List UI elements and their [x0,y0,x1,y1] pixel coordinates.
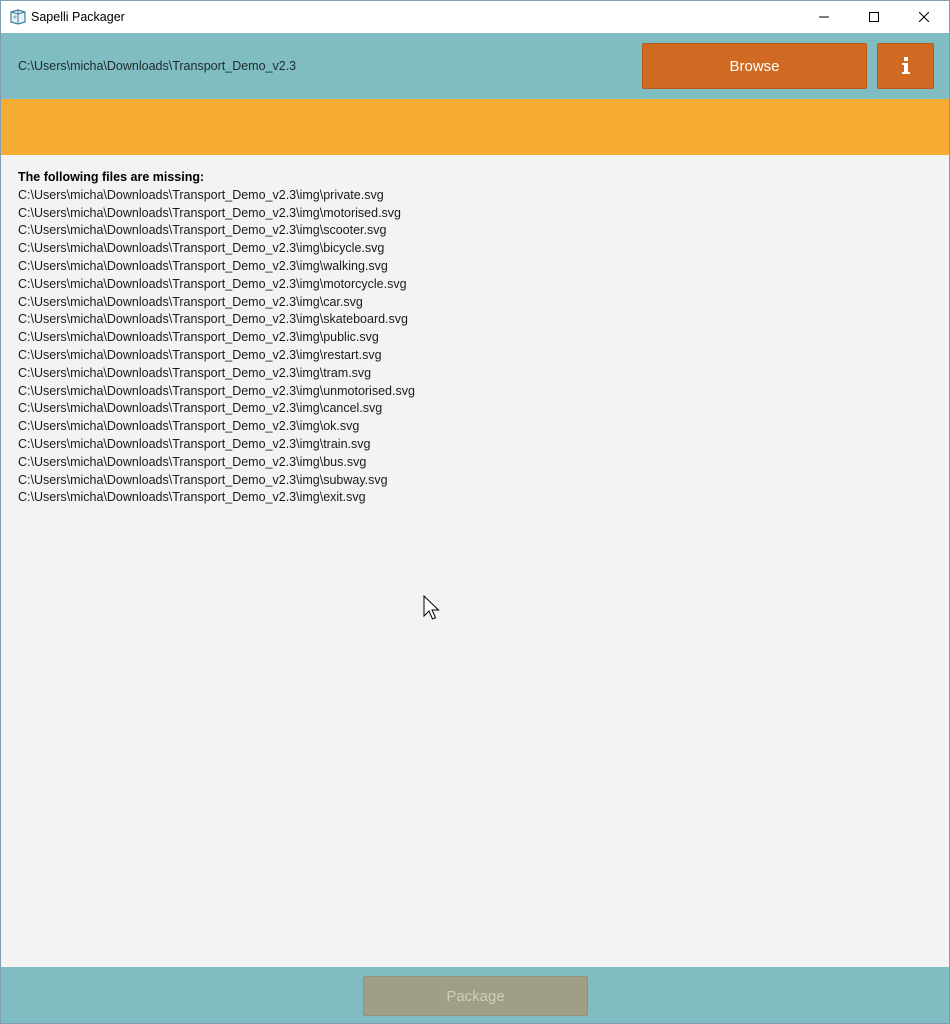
missing-file-item: C:\Users\micha\Downloads\Transport_Demo_… [18,276,407,291]
close-button[interactable] [899,1,949,33]
app-window: Sapelli Packager C:\Users\micha\Download… [0,0,950,1024]
project-path: C:\Users\micha\Downloads\Transport_Demo_… [18,59,297,73]
missing-files-panel[interactable]: The following files are missing: C:\User… [1,155,949,967]
missing-file-item: C:\Users\micha\Downloads\Transport_Demo_… [18,365,372,380]
missing-files-heading: The following files are missing: [18,170,205,184]
missing-file-item: C:\Users\micha\Downloads\Transport_Demo_… [18,312,408,327]
window-title: Sapelli Packager [31,10,125,24]
window-controls [799,1,949,33]
maximize-icon [869,12,879,22]
missing-file-item: C:\Users\micha\Downloads\Transport_Demo_… [18,258,388,273]
browse-button[interactable]: Browse [642,43,867,89]
missing-file-item: C:\Users\micha\Downloads\Transport_Demo_… [18,347,382,362]
mouse-cursor-icon [423,595,440,620]
title-bar[interactable]: Sapelli Packager [1,1,949,33]
missing-file-item: C:\Users\micha\Downloads\Transport_Demo_… [18,187,384,202]
maximize-button[interactable] [849,1,899,33]
missing-file-item: C:\Users\micha\Downloads\Transport_Demo_… [18,436,371,451]
minimize-icon [819,16,829,18]
missing-file-item: C:\Users\micha\Downloads\Transport_Demo_… [18,490,366,505]
close-icon [919,12,929,22]
missing-file-item: C:\Users\micha\Downloads\Transport_Demo_… [18,205,402,220]
missing-file-item: C:\Users\micha\Downloads\Transport_Demo_… [18,472,388,487]
missing-file-item: C:\Users\micha\Downloads\Transport_Demo_… [18,454,367,469]
header-bar: C:\Users\micha\Downloads\Transport_Demo_… [1,33,949,99]
missing-file-item: C:\Users\micha\Downloads\Transport_Demo_… [18,294,363,309]
package-button[interactable]: Package [363,976,588,1016]
missing-files-list: C:\Users\micha\Downloads\Transport_Demo_… [18,187,949,507]
minimize-button[interactable] [799,1,849,33]
status-band [1,99,949,155]
missing-file-item: C:\Users\micha\Downloads\Transport_Demo_… [18,330,379,345]
missing-file-item: C:\Users\micha\Downloads\Transport_Demo_… [18,223,387,238]
missing-file-item: C:\Users\micha\Downloads\Transport_Demo_… [18,241,385,256]
footer-bar: Package [1,967,949,1023]
sapelli-icon [9,8,27,26]
info-button[interactable] [877,43,934,89]
missing-file-item: C:\Users\micha\Downloads\Transport_Demo_… [18,401,383,416]
info-icon [901,57,910,74]
missing-file-item: C:\Users\micha\Downloads\Transport_Demo_… [18,419,360,434]
missing-file-item: C:\Users\micha\Downloads\Transport_Demo_… [18,383,415,398]
